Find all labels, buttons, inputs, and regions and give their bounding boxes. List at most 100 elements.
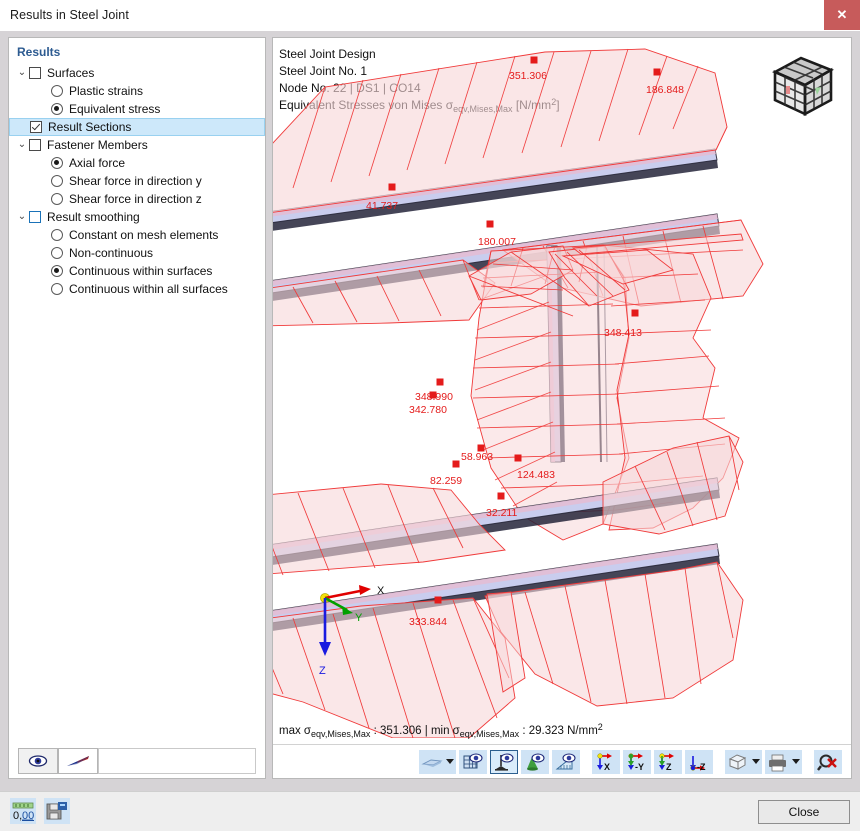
tree-radio[interactable] (51, 85, 63, 97)
tree-checkbox[interactable] (30, 121, 42, 133)
tree-item-axial-force[interactable]: Axial force (9, 154, 265, 172)
tree-item-result-sections[interactable]: Result Sections (9, 118, 265, 136)
result-value-marker (453, 461, 460, 468)
tree-footer-toolbar (9, 739, 265, 778)
zoom-reset-button[interactable] (814, 750, 842, 774)
tree-item-equivalent-stress[interactable]: Equivalent stress (9, 100, 265, 118)
tree-item-constant-on-mesh-elements[interactable]: Constant on mesh elements (9, 226, 265, 244)
chevron-down-icon[interactable] (792, 759, 800, 764)
tree-item-non-continuous[interactable]: Non-continuous (9, 244, 265, 262)
tree-item-label: Non-continuous (69, 246, 153, 260)
chevron-down-icon[interactable] (446, 759, 454, 764)
tree-item-shear-force-in-direction-z[interactable]: Shear force in direction z (9, 190, 265, 208)
tree-checkbox[interactable] (29, 139, 41, 151)
chevron-down-icon[interactable]: ⌄ (15, 142, 29, 148)
tree-item-result-smoothing[interactable]: ⌄ Result smoothing (9, 208, 265, 226)
result-section-icon-svg (65, 754, 91, 768)
support-view-button[interactable] (490, 750, 518, 774)
dimension-view-button[interactable] (552, 750, 580, 774)
tree-item-label: Shear force in direction z (69, 192, 202, 206)
lower-left-result-section (273, 484, 505, 578)
support-eye-icon-svg (493, 752, 515, 772)
close-button[interactable]: Close (758, 800, 850, 824)
tree-radio[interactable] (51, 229, 63, 241)
view-x-button[interactable]: X (592, 750, 620, 774)
print-button[interactable] (765, 750, 802, 774)
tree-item-label: Plastic strains (69, 84, 143, 98)
view-nz-button[interactable]: -Z (685, 750, 713, 774)
result-value-marker (498, 493, 505, 500)
tree-item-surfaces[interactable]: ⌄ Surfaces (9, 64, 265, 82)
magnifier-cancel-icon-svg (817, 752, 839, 772)
tree-item-label: Continuous within all surfaces (69, 282, 228, 296)
window-title: Results in Steel Joint (10, 8, 129, 22)
view-ny-button[interactable]: -Y (623, 750, 651, 774)
view-z-button[interactable]: Z (654, 750, 682, 774)
tree-checkbox[interactable] (29, 211, 41, 223)
tree-radio[interactable] (51, 283, 63, 295)
tree-radio[interactable] (51, 265, 63, 277)
number-format-icon-svg: 0, 00 (12, 801, 34, 821)
result-value-marker (632, 310, 639, 317)
result-value-label: 180.007 (478, 236, 516, 248)
status-subscript-max: eqv,Mises,Max (311, 729, 370, 739)
ruler-eye-icon-svg (555, 752, 577, 772)
svg-text:00: 00 (22, 810, 34, 821)
tree-radio[interactable] (51, 175, 63, 187)
load-view-button[interactable] (521, 750, 549, 774)
status-unit-exponent: 2 (598, 722, 603, 732)
result-value-label: 41.737 (366, 200, 398, 212)
svg-text:-Y: -Y (635, 762, 644, 772)
title-bar: Results in Steel Joint ✕ (0, 0, 860, 32)
axis-nz-icon-svg: -Z (688, 752, 710, 772)
surface-plane-icon-svg (421, 752, 443, 772)
chevron-down-icon[interactable] (752, 759, 760, 764)
min-value: 29.323 (529, 725, 564, 737)
tree-text-field[interactable] (98, 748, 256, 774)
eye-icon[interactable] (18, 748, 58, 774)
tree-item-plastic-strains[interactable]: Plastic strains (9, 82, 265, 100)
results-tree: Results ⌄SurfacesPlastic strainsEquivale… (9, 38, 265, 740)
model-viewport-panel: Steel Joint Design Steel Joint No. 1 Nod… (272, 37, 852, 779)
dialog-footer: 0, 00 Close (0, 791, 860, 831)
model-canvas[interactable]: 351.306186.84841.737180.007348.413348.99… (273, 38, 851, 738)
svg-text:0,: 0, (13, 810, 22, 821)
result-section-icon[interactable] (58, 748, 98, 774)
chevron-down-icon[interactable]: ⌄ (15, 70, 29, 76)
tree-item-continuous-within-surfaces[interactable]: Continuous within surfaces (9, 262, 265, 280)
tree-item-label: Shear force in direction y (69, 174, 202, 188)
save-icon[interactable] (44, 798, 70, 824)
tree-radio[interactable] (51, 157, 63, 169)
tree-item-label: Fastener Members (47, 138, 148, 152)
tree-item-label: Result Sections (48, 120, 131, 134)
tree-checkbox[interactable] (29, 67, 41, 79)
printer-icon-svg (767, 752, 789, 772)
result-display-button[interactable] (419, 750, 456, 774)
tree-item-label: Result smoothing (47, 210, 140, 224)
tree-item-fastener-members[interactable]: ⌄ Fastener Members (9, 136, 265, 154)
mesh-button[interactable] (459, 750, 487, 774)
status-subscript-min: eqv,Mises,Max (460, 729, 519, 739)
close-icon[interactable]: ✕ (824, 0, 860, 30)
tree-radio[interactable] (51, 247, 63, 259)
status-sigma-min: σ (453, 725, 460, 737)
tree-item-continuous-within-all-surfaces[interactable]: Continuous within all surfaces (9, 280, 265, 298)
result-value-marker (531, 57, 538, 64)
results-tree-panel: Results ⌄SurfacesPlastic strainsEquivale… (8, 37, 266, 779)
tree-radio[interactable] (51, 193, 63, 205)
result-value-marker (487, 221, 494, 228)
tree-item-shear-force-in-direction-y[interactable]: Shear force in direction y (9, 172, 265, 190)
max-separator: : (370, 725, 380, 737)
number-format-icon[interactable]: 0, 00 (10, 798, 36, 824)
result-value-marker (515, 455, 522, 462)
tree-item-label: Continuous within surfaces (69, 264, 212, 278)
cone-eye-icon-svg (524, 752, 546, 772)
tree-radio[interactable] (51, 103, 63, 115)
cube-icon-svg (727, 752, 749, 772)
chevron-down-icon[interactable]: ⌄ (15, 214, 29, 220)
max-value: 351.306 (380, 725, 422, 737)
status-unit: N/mm (564, 725, 598, 737)
eye-icon-svg (28, 754, 48, 768)
tree-item-label: Surfaces (47, 66, 94, 80)
isometric-view-button[interactable] (725, 750, 762, 774)
